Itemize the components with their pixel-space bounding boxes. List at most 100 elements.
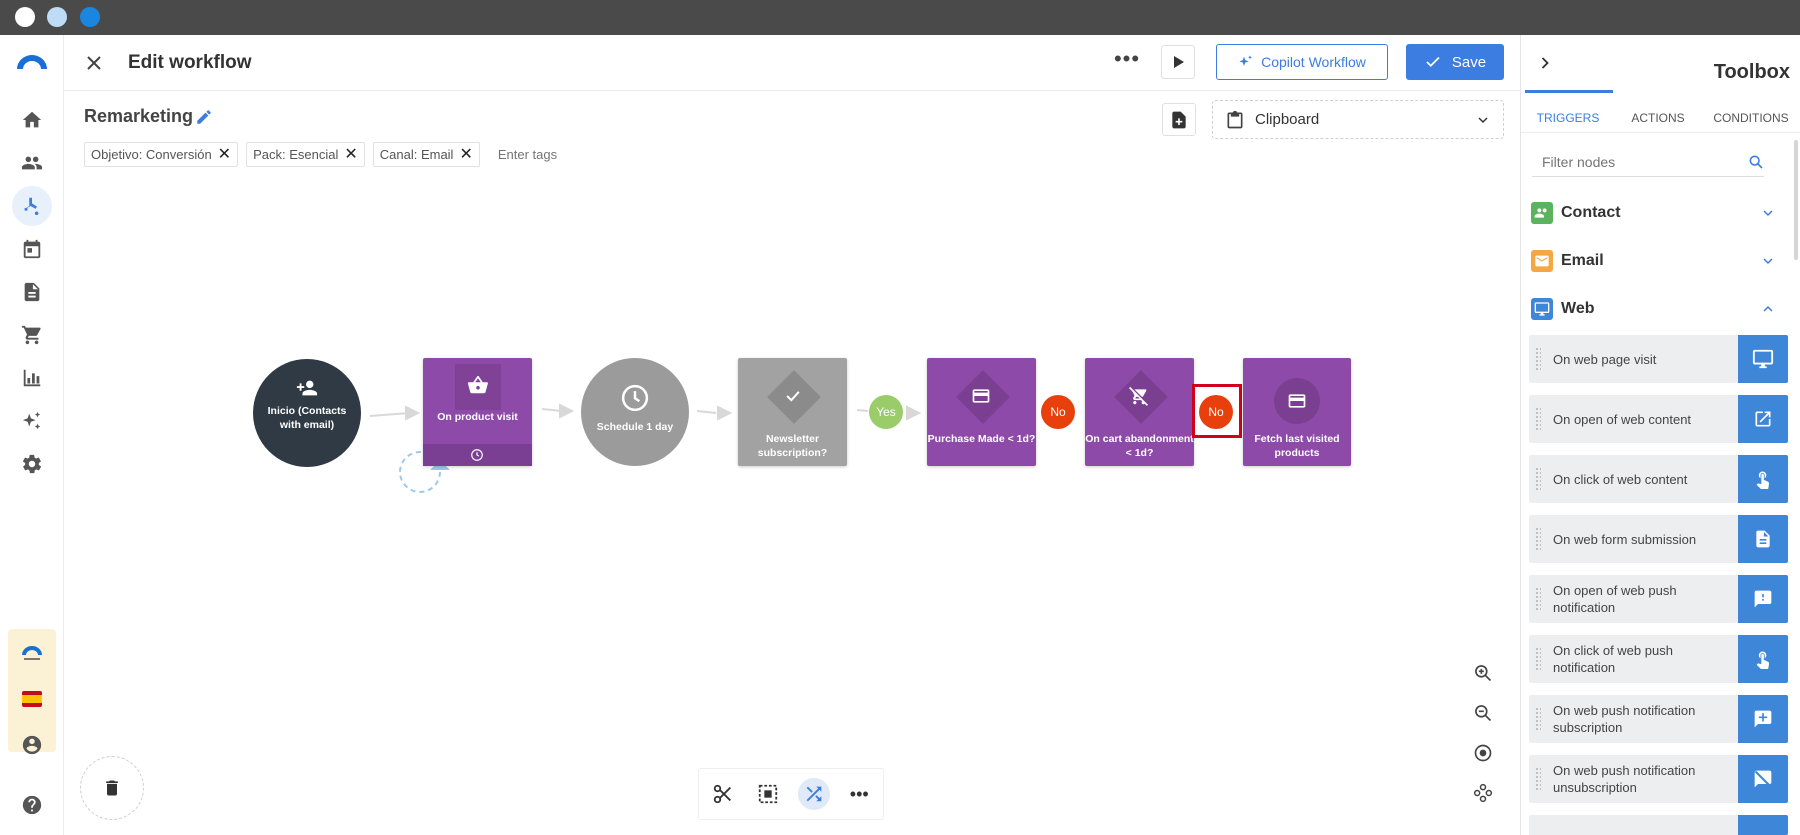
yes-branch-badge[interactable]: Yes [869, 395, 903, 429]
nav-calendar-icon[interactable] [12, 229, 52, 269]
edit-name-button[interactable] [195, 108, 213, 126]
credit-card-icon [1288, 394, 1306, 408]
copilot-workflow-button[interactable]: Copilot Workflow [1216, 44, 1388, 80]
trigger-open-web-push[interactable]: On open of web push notification [1529, 575, 1788, 623]
tag-chip: Pack: Esencial ✕ [246, 142, 365, 167]
trigger-web-page-visit[interactable]: On web page visit [1529, 335, 1788, 383]
delete-drop-zone[interactable] [80, 756, 144, 820]
cart-off-icon [1129, 386, 1148, 406]
contacts-icon [1531, 202, 1553, 224]
trigger-click-web-content[interactable]: On click of web content [1529, 455, 1788, 503]
window-maximize-control[interactable] [80, 7, 100, 27]
tag-label: Objetivo: Conversión [91, 147, 212, 162]
no-branch-badge[interactable]: No [1041, 395, 1075, 429]
language-flag-spain-icon[interactable] [20, 687, 44, 711]
tag-label: Canal: Email [379, 147, 454, 162]
select-area-button[interactable] [753, 778, 785, 810]
cut-button[interactable] [707, 778, 739, 810]
window-minimize-control[interactable] [47, 7, 67, 27]
newsletter-condition-node[interactable]: Newsletter subscription? [738, 358, 847, 466]
save-label: Save [1451, 53, 1487, 71]
tab-conditions[interactable]: CONDITIONS [1701, 103, 1800, 132]
trigger-label: On web push notification unsubscription [1553, 763, 1696, 795]
trigger-label: On click of web push notification [1553, 643, 1673, 675]
filter-nodes-input[interactable] [1532, 153, 1748, 170]
more-options-button[interactable]: ••• [1110, 48, 1144, 75]
workflow-header: Edit workflow ••• Copilot Workflow Save [64, 35, 1520, 91]
trigger-web-form-submission[interactable]: On web form submission [1529, 515, 1788, 563]
filter-nodes-field [1532, 147, 1764, 177]
nav-home-icon[interactable] [12, 100, 52, 140]
chevron-right-icon [1541, 57, 1549, 69]
play-icon [1174, 56, 1184, 68]
clock-icon [621, 384, 649, 412]
remove-tag-icon[interactable]: ✕ [344, 146, 357, 163]
collapse-toolbox-button[interactable] [1535, 53, 1555, 73]
search-icon[interactable] [1748, 154, 1764, 170]
nav-cart-icon[interactable] [12, 315, 52, 355]
user-account-icon[interactable] [12, 725, 52, 765]
toolbox-scrollbar[interactable] [1794, 140, 1798, 260]
trigger-web-push-unsubscription[interactable]: On web push notification unsubscription [1529, 755, 1788, 803]
tag-chip: Objetivo: Conversión ✕ [84, 142, 239, 167]
trigger-next-item[interactable] [1529, 815, 1788, 835]
section-email[interactable]: Email [1531, 246, 1776, 276]
trigger-open-web-content[interactable]: On open of web content [1529, 395, 1788, 443]
nav-documents-icon[interactable] [12, 272, 52, 312]
nav-contacts-icon[interactable] [12, 143, 52, 183]
start-node[interactable]: Inicio (Contacts with email) [253, 359, 361, 467]
fetch-products-label: Fetch last visited products [1254, 433, 1340, 459]
section-web[interactable]: Web [1531, 294, 1776, 324]
close-editor-button[interactable] [82, 51, 106, 75]
add-note-button[interactable] [1162, 103, 1196, 136]
clipboard-dropdown[interactable]: Clipboard [1212, 100, 1504, 139]
remove-tag-icon[interactable]: ✕ [459, 146, 472, 163]
auto-layout-icon[interactable] [1473, 783, 1493, 803]
add-contacts-icon [296, 380, 318, 396]
nav-settings-icon[interactable] [12, 444, 52, 484]
tag-label: Pack: Esencial [253, 147, 339, 162]
chevron-down-icon [1478, 116, 1488, 123]
tag-input[interactable] [497, 147, 598, 162]
section-contact[interactable]: Contact [1531, 198, 1776, 228]
pencil-icon [197, 110, 211, 124]
run-workflow-button[interactable] [1161, 45, 1195, 79]
trigger-click-web-push[interactable]: On click of web push notification [1529, 635, 1788, 683]
zoom-in-icon[interactable] [1473, 663, 1493, 683]
help-icon[interactable] [12, 785, 52, 825]
page-title: Edit workflow [128, 52, 252, 73]
credit-card-icon [972, 389, 990, 403]
select-all-icon [759, 784, 778, 804]
toolbox-panel: Toolbox TRIGGERS ACTIONS CONDITIONS Cont… [1520, 35, 1800, 835]
fetch-products-node[interactable]: Fetch last visited products [1243, 358, 1351, 466]
tab-triggers[interactable]: TRIGGERS [1521, 103, 1615, 132]
nav-workflows-icon[interactable] [12, 186, 52, 226]
cart-abandonment-label: On cart abandonment < 1d? [1085, 433, 1194, 459]
workflow-name: Remarketing [84, 106, 194, 126]
trigger-label: On click of web content [1553, 471, 1688, 487]
more-tools-button[interactable]: ••• [844, 778, 876, 810]
copilot-workflow-label: Copilot Workflow [1261, 54, 1366, 70]
on-product-visit-node[interactable]: On product visit [423, 358, 532, 466]
tab-actions[interactable]: ACTIONS [1615, 103, 1701, 132]
center-view-icon[interactable] [1473, 743, 1493, 763]
remove-tag-icon[interactable]: ✕ [218, 146, 231, 163]
window-close-control[interactable] [15, 7, 35, 27]
purchase-condition-node[interactable]: Purchase Made < 1d? [927, 358, 1036, 466]
app-logo[interactable] [14, 51, 50, 71]
newsletter-label: Newsletter subscription? [757, 433, 828, 459]
save-button[interactable]: Save [1406, 44, 1504, 80]
shuffle-icon [806, 786, 822, 802]
zoom-out-icon[interactable] [1473, 703, 1493, 723]
company-logo-icon [20, 643, 44, 663]
shuffle-routing-button[interactable] [798, 778, 830, 810]
no-branch-badge-selected[interactable]: No [1199, 395, 1233, 429]
schedule-node[interactable]: Schedule 1 day [581, 358, 689, 466]
document-icon [1738, 515, 1788, 563]
trigger-web-push-subscription[interactable]: On web push notification subscription [1529, 695, 1788, 743]
cart-abandonment-node[interactable]: On cart abandonment < 1d? [1085, 358, 1194, 466]
nav-ai-sparkle-icon[interactable] [12, 401, 52, 441]
start-node-label: Inicio (Contacts with email) [267, 405, 347, 431]
nav-analytics-icon[interactable] [12, 358, 52, 398]
schedule-label: Schedule 1 day [596, 421, 674, 433]
